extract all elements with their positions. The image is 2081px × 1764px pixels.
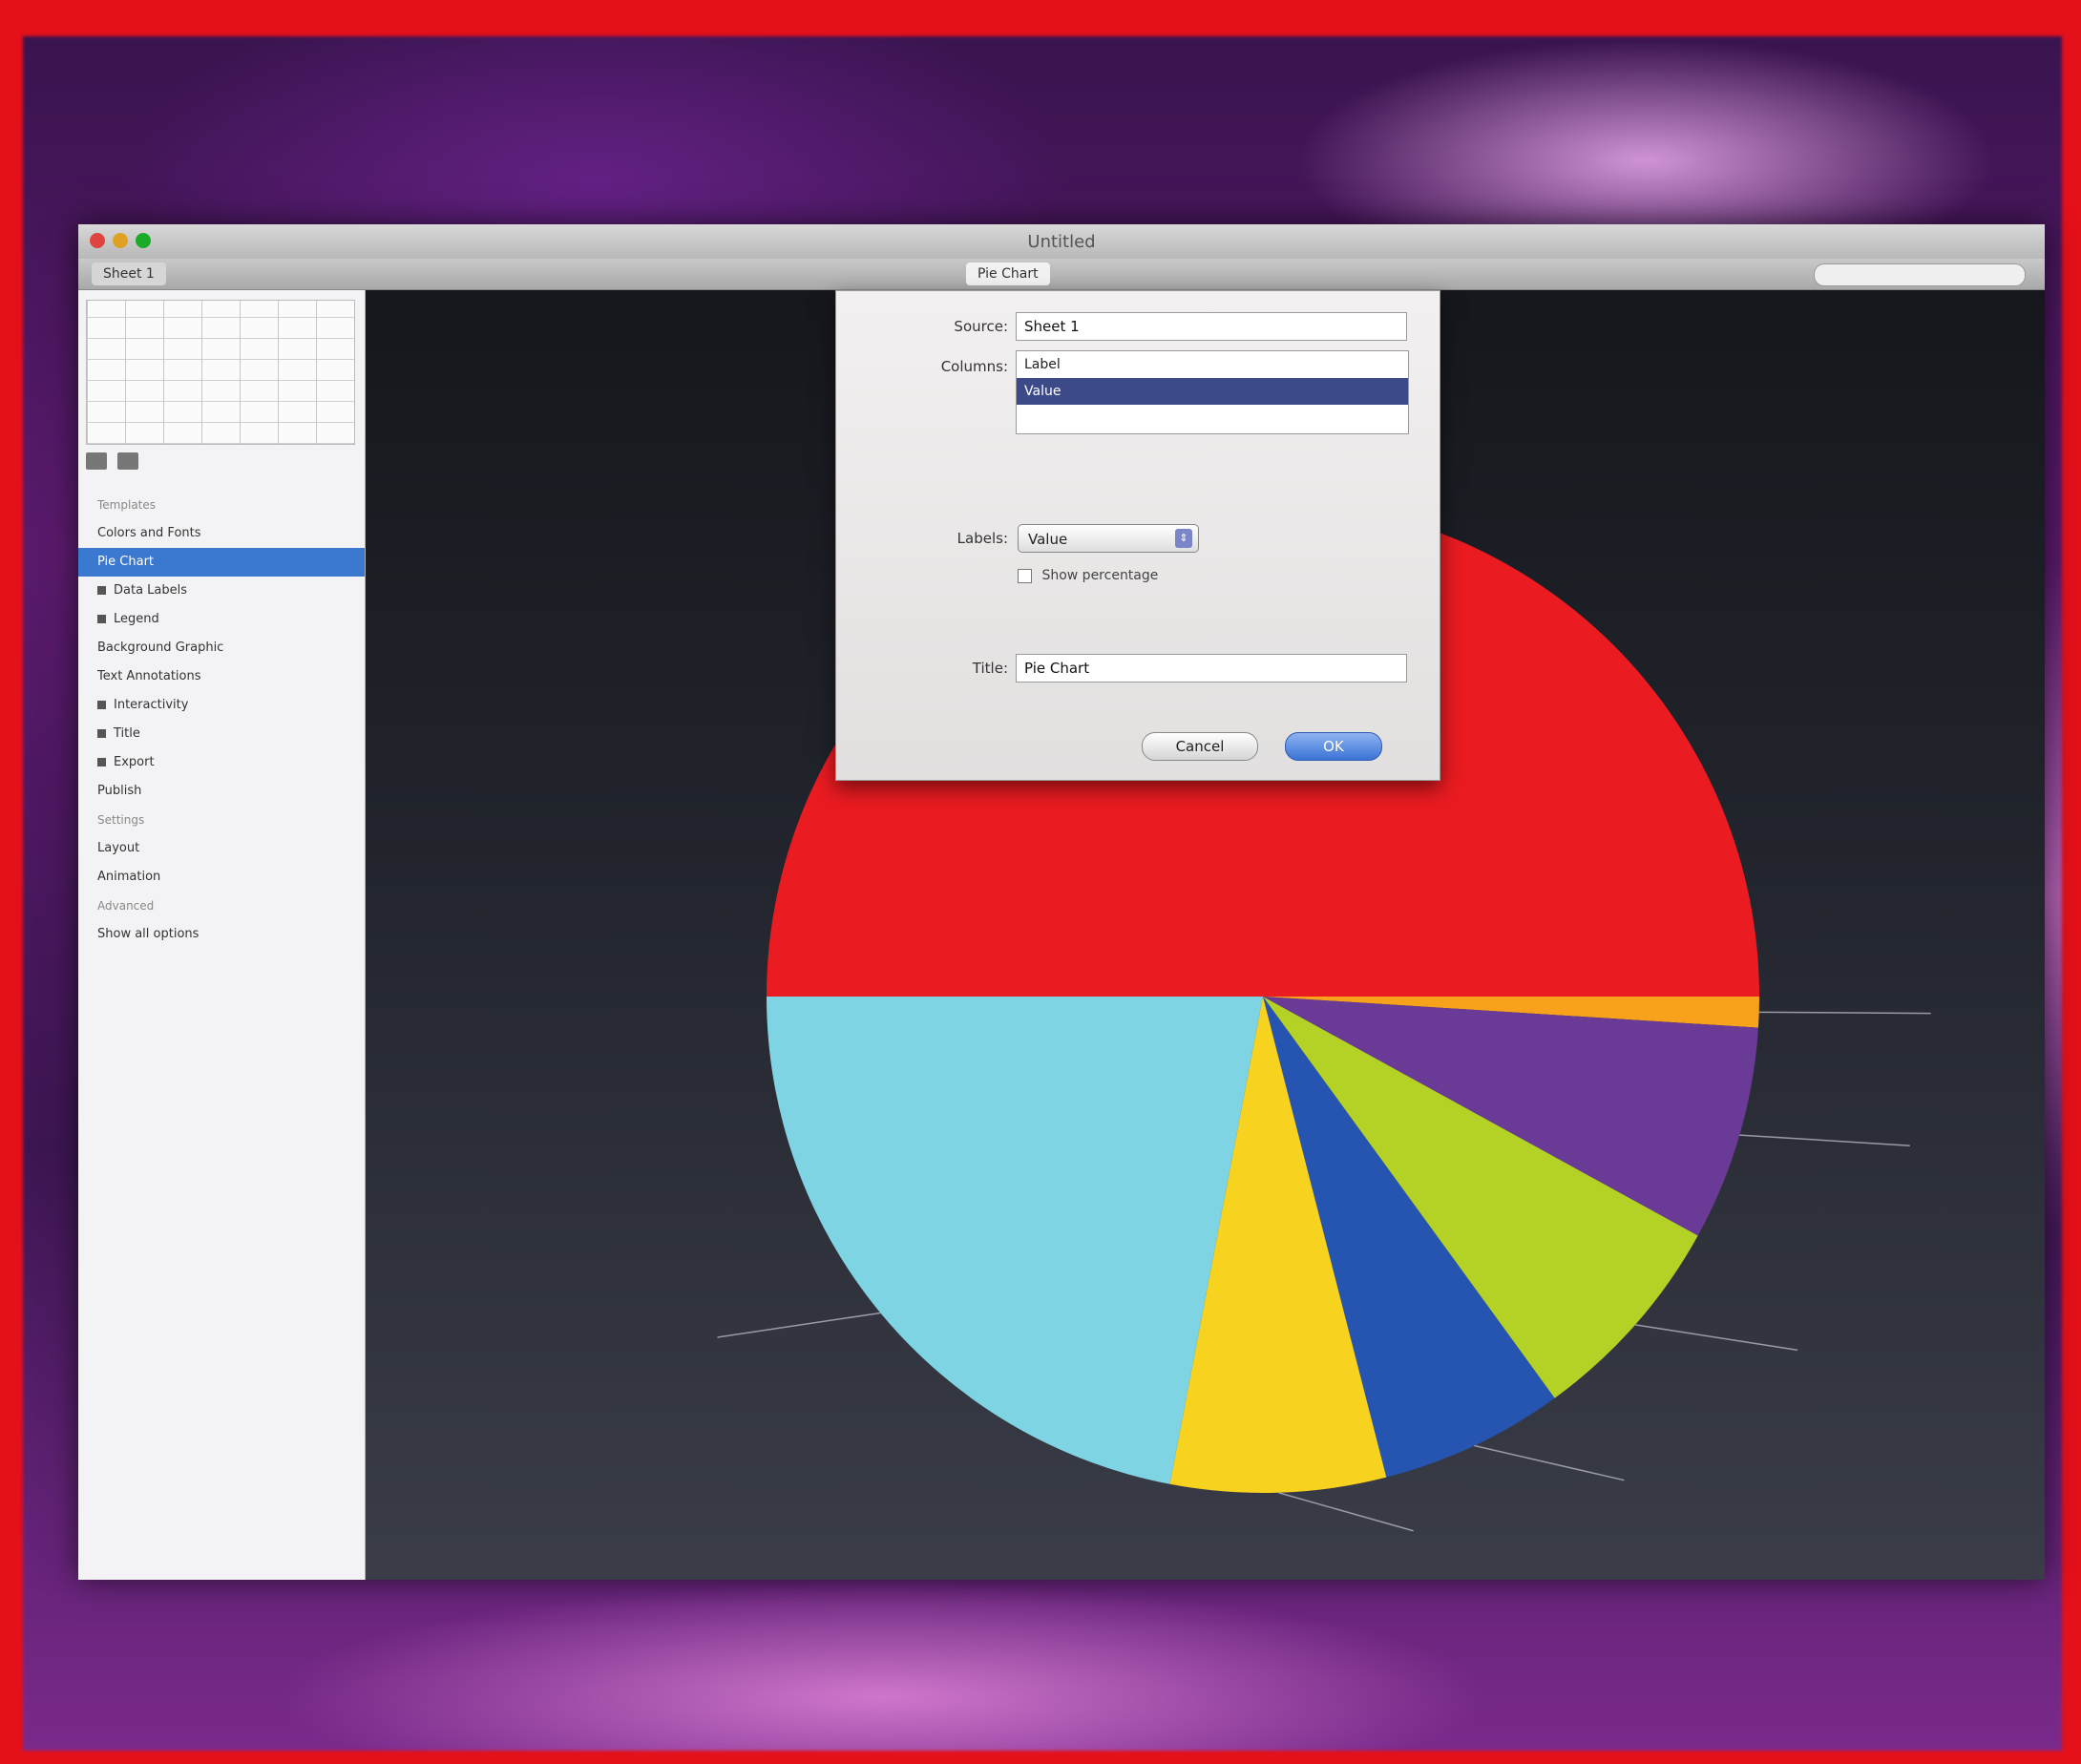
sidebar-item-label: Colors and Fonts	[97, 526, 201, 540]
list-item[interactable]: Label	[1017, 351, 1408, 378]
sidebar-item-label: Templates	[97, 498, 157, 512]
sidebar-item[interactable]: Data Labels	[78, 577, 365, 605]
sidebar-item[interactable]: Pie Chart	[78, 548, 365, 577]
item-icon	[97, 615, 106, 623]
item-icon	[97, 758, 106, 766]
sidebar-item[interactable]: Colors and Fonts	[78, 519, 365, 548]
sidebar-item[interactable]: Title	[78, 720, 365, 748]
tab-bar: Sheet 1 Pie Chart	[78, 259, 2045, 290]
cancel-button[interactable]: Cancel	[1142, 732, 1258, 761]
search-field[interactable]	[1814, 263, 2026, 286]
list-item-selected[interactable]: Value	[1017, 378, 1408, 405]
sidebar-item-label: Text Annotations	[97, 669, 201, 683]
sidebar-item-label: Publish	[97, 784, 142, 798]
item-icon	[97, 729, 106, 738]
title-label: Title:	[972, 660, 1008, 677]
sidebar-item-label: Data Labels	[114, 583, 188, 598]
sidebar-section-header: Templates	[78, 491, 365, 519]
source-label: Source:	[954, 318, 1008, 335]
sidebar-item-label: Settings	[97, 813, 145, 827]
sidebar-item[interactable]: Publish	[78, 777, 365, 806]
source-field[interactable]: Sheet 1	[1016, 312, 1407, 341]
tab-chart[interactable]: Pie Chart	[966, 262, 1050, 285]
chart-settings-sheet: Source: Sheet 1 Columns: Label Value Lab…	[835, 290, 1440, 781]
sidebar-item-label: Layout	[97, 841, 140, 855]
remove-button[interactable]	[117, 452, 139, 470]
columns-label: Columns:	[940, 358, 1008, 375]
sidebar-item-label: Export	[114, 755, 155, 769]
title-field[interactable]: Pie Chart	[1016, 654, 1407, 682]
sidebar-item-label: Animation	[97, 870, 161, 884]
labels-popup[interactable]: Value ⇕	[1018, 524, 1199, 553]
slice-leader-line	[1634, 1324, 1798, 1352]
sidebar-section-header: Settings	[78, 806, 365, 834]
sidebar-list: Templates Colors and Fonts Pie Chart Data L…	[78, 491, 365, 949]
sidebar-item[interactable]: Background Graphic	[78, 634, 365, 662]
title-bar: Untitled	[78, 224, 2045, 259]
sidebar-item-label: Title	[114, 726, 140, 741]
sidebar-item-label: Background Graphic	[97, 640, 224, 655]
sidebar-item[interactable]: Interactivity	[78, 691, 365, 720]
chevron-updown-icon: ⇕	[1175, 529, 1192, 548]
chart-canvas: Source: Sheet 1 Columns: Label Value Lab…	[366, 290, 2045, 1580]
add-button[interactable]	[86, 452, 107, 470]
sidebar-item[interactable]: Layout	[78, 834, 365, 863]
ok-button[interactable]: OK	[1285, 732, 1382, 761]
tab-sheet[interactable]: Sheet 1	[92, 262, 166, 285]
sidebar-item-label: Pie Chart	[97, 555, 155, 569]
sidebar-item-label: Show all options	[97, 927, 200, 941]
window-title: Untitled	[1027, 232, 1096, 252]
sidebar-item[interactable]: Legend	[78, 605, 365, 634]
labels-label: Labels:	[956, 530, 1008, 547]
sidebar-item[interactable]: Text Annotations	[78, 662, 365, 691]
slice-leader-line	[1474, 1444, 1625, 1481]
sidebar-item-label: Interactivity	[114, 698, 189, 712]
slice-leader-line	[1758, 1011, 1931, 1015]
percentage-checkbox[interactable]	[1018, 568, 1032, 583]
columns-list[interactable]: Label Value	[1016, 350, 1409, 434]
sidebar-buttons	[86, 452, 144, 473]
data-preview-grid	[86, 300, 355, 445]
labels-popup-value: Value	[1028, 531, 1068, 548]
slice-leader-line	[717, 1312, 881, 1338]
item-icon	[97, 586, 106, 595]
sidebar-item[interactable]: Animation	[78, 863, 365, 892]
sidebar: Templates Colors and Fonts Pie Chart Data L…	[78, 290, 366, 1580]
slice-leader-line	[1278, 1492, 1414, 1532]
item-icon	[97, 701, 106, 709]
sidebar-item[interactable]: Show all options	[78, 920, 365, 949]
percentage-checkbox-label: Show percentage	[1041, 568, 1159, 583]
sidebar-item-label: Advanced	[97, 899, 155, 913]
app-window: Untitled Sheet 1 Pie Chart Templates Colo…	[78, 224, 2045, 1580]
sidebar-item[interactable]: Export	[78, 748, 365, 777]
percentage-checkbox-row[interactable]: Show percentage	[1018, 568, 1158, 583]
slice-leader-line	[1739, 1134, 1910, 1146]
sidebar-item-label: Legend	[114, 612, 159, 626]
sidebar-section-header: Advanced	[78, 892, 365, 920]
